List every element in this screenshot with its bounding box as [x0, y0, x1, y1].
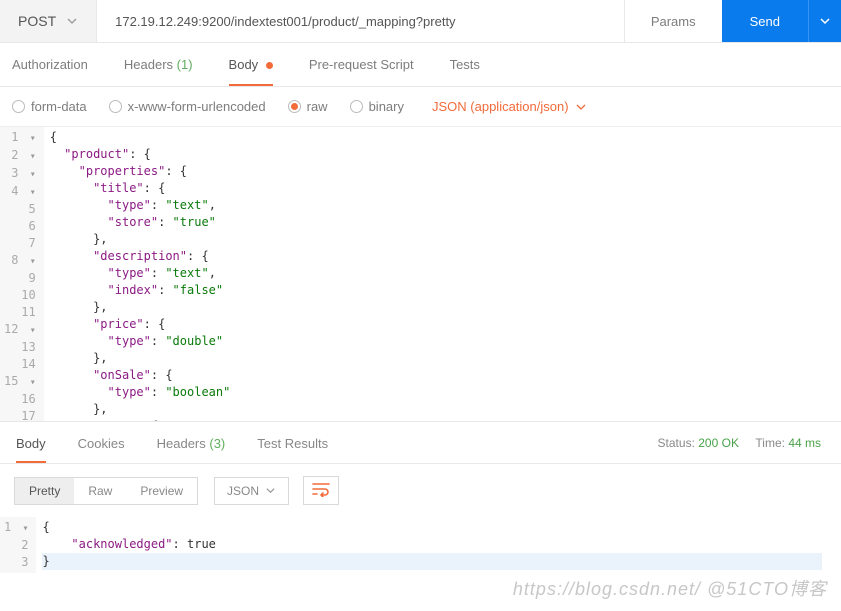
radio-dot-icon — [350, 100, 363, 113]
response-body-editor[interactable]: 1 ▾23 { "acknowledged": true} — [0, 517, 841, 573]
resp-tab-headers-label: Headers — [157, 436, 206, 451]
editor-gutter: 1 ▾2 ▾3 ▾4 ▾5678 ▾9101112 ▾131415 ▾16171… — [0, 127, 44, 421]
request-body-editor[interactable]: 1 ▾2 ▾3 ▾4 ▾5678 ▾9101112 ▾131415 ▾16171… — [0, 127, 841, 422]
watermark: https://blog.csdn.net/ @51CTO博客 — [513, 575, 827, 601]
tab-body-label: Body — [229, 57, 259, 72]
response-lang-label: JSON — [227, 484, 259, 498]
response-tabs: Body Cookies Headers (3) Test Results — [0, 422, 340, 463]
resp-tab-cookies[interactable]: Cookies — [78, 432, 125, 463]
view-raw[interactable]: Raw — [74, 478, 126, 504]
tab-headers-count: (1) — [177, 57, 193, 72]
chevron-down-icon — [66, 15, 78, 27]
response-toolbar: Pretty Raw Preview JSON — [0, 464, 841, 517]
content-type-select[interactable]: JSON (application/json) — [432, 99, 587, 114]
radio-urlencoded[interactable]: x-www-form-urlencoded — [109, 99, 266, 114]
view-preview[interactable]: Preview — [126, 478, 197, 504]
response-view-select: Pretty Raw Preview — [14, 477, 198, 505]
time-label: Time: — [755, 436, 785, 450]
tab-headers[interactable]: Headers (1) — [124, 53, 193, 86]
content-type-label: JSON (application/json) — [432, 99, 569, 114]
editor-code[interactable]: { "product": { "properties": { "title": … — [44, 127, 237, 421]
send-dropdown[interactable] — [809, 0, 841, 42]
params-button[interactable]: Params — [624, 0, 722, 42]
radio-raw[interactable]: raw — [288, 99, 328, 114]
http-method-select[interactable]: POST — [0, 0, 96, 42]
request-bar: POST Params Send — [0, 0, 841, 43]
view-pretty[interactable]: Pretty — [15, 478, 74, 504]
status-label: Status: — [658, 436, 695, 450]
tab-prerequest[interactable]: Pre-request Script — [309, 53, 414, 86]
wrap-lines-button[interactable] — [303, 476, 339, 505]
editor-code[interactable]: { "acknowledged": true} — [36, 517, 828, 573]
chevron-down-icon — [265, 485, 276, 496]
wrap-icon — [312, 481, 330, 497]
time-value: 44 ms — [788, 436, 821, 450]
http-method-label: POST — [18, 13, 56, 29]
editor-gutter: 1 ▾23 — [0, 517, 36, 573]
body-type-row: form-data x-www-form-urlencoded raw bina… — [0, 87, 841, 127]
radio-dot-icon — [12, 100, 25, 113]
resp-tab-body[interactable]: Body — [16, 432, 46, 463]
status-value: 200 OK — [698, 436, 739, 450]
tab-headers-label: Headers — [124, 57, 173, 72]
radio-binary[interactable]: binary — [350, 99, 404, 114]
tab-tests[interactable]: Tests — [450, 53, 480, 86]
tab-authorization[interactable]: Authorization — [12, 53, 88, 86]
radio-dot-icon — [288, 100, 301, 113]
resp-tab-headers-count: (3) — [209, 436, 225, 451]
send-button[interactable]: Send — [722, 0, 809, 42]
body-indicator-dot — [266, 62, 273, 69]
response-lang-select[interactable]: JSON — [214, 477, 289, 505]
resp-tab-headers[interactable]: Headers (3) — [157, 432, 226, 463]
url-input[interactable] — [96, 0, 624, 42]
radio-form-data[interactable]: form-data — [12, 99, 87, 114]
tab-body[interactable]: Body — [229, 53, 273, 86]
chevron-down-icon — [819, 15, 831, 27]
response-header-row: Body Cookies Headers (3) Test Results St… — [0, 422, 841, 464]
resp-tab-test-results[interactable]: Test Results — [257, 432, 328, 463]
chevron-down-icon — [575, 101, 587, 113]
response-status: Status: 200 OK Time: 44 ms — [658, 436, 841, 450]
radio-dot-icon — [109, 100, 122, 113]
request-tabs: Authorization Headers (1) Body Pre-reque… — [0, 43, 841, 87]
